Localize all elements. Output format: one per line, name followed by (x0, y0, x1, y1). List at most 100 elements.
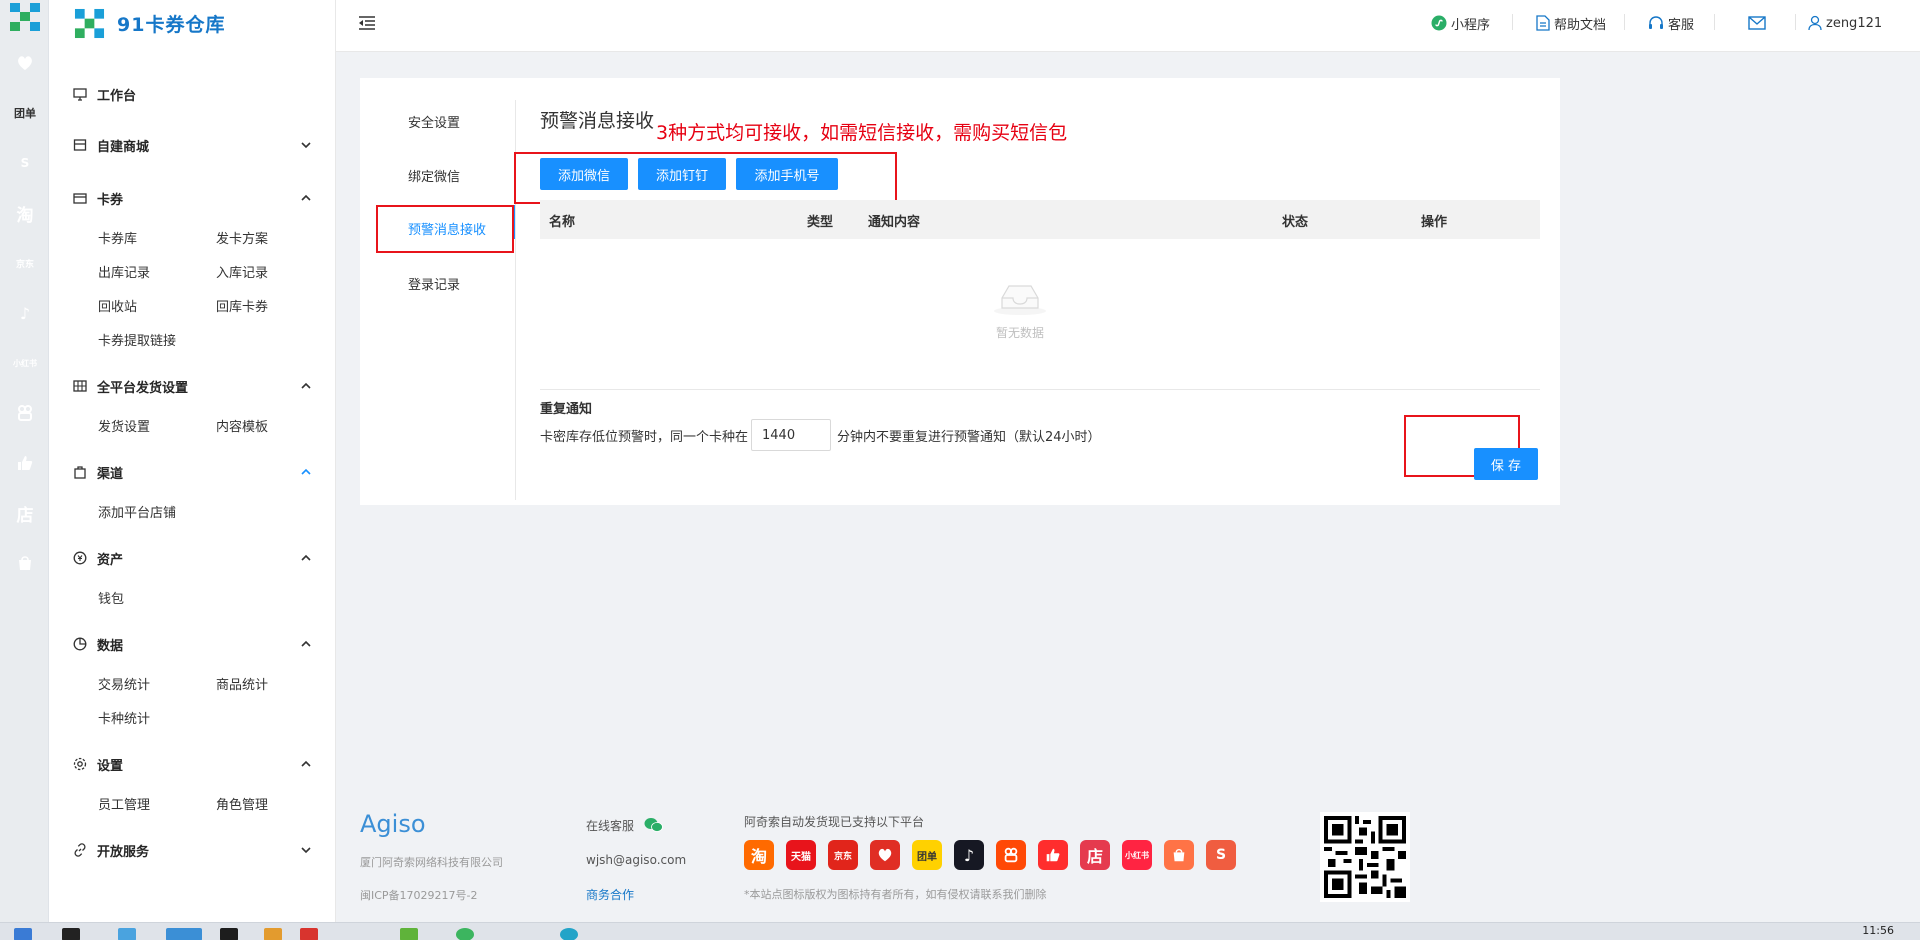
divider (540, 389, 1540, 390)
nav-delivery-settings[interactable]: 全平台发货设置 (49, 375, 336, 397)
kuaishou-icon (996, 840, 1026, 870)
app-icon[interactable] (62, 928, 80, 940)
app-icon[interactable] (560, 928, 578, 940)
jd-icon: 京东 (828, 840, 858, 870)
nav-assets[interactable]: 资产 (49, 547, 336, 569)
nav-workbench[interactable]: 工作台 (49, 83, 336, 105)
pinduoduo-icon[interactable] (9, 47, 41, 79)
nav-staff-management[interactable]: 员工管理 (98, 794, 150, 813)
brand-name: 91卡券仓库 (117, 13, 226, 36)
xiaohongshu-icon[interactable]: 小红书 (9, 347, 41, 379)
tab-login-records[interactable]: 登录记录 (408, 274, 460, 293)
column-header: 状态 (1282, 215, 1309, 230)
brand[interactable]: 91卡券仓库 (74, 4, 225, 42)
repeat-notify-prefix: 卡密库存低位预警时，同一个卡种在 (540, 429, 749, 445)
shop-bag-icon[interactable] (9, 547, 41, 579)
nav-card-extract-link[interactable]: 卡券提取链接 (98, 330, 176, 349)
platforms-title: 阿奇索自动发货现已支持以下平台 (744, 815, 925, 829)
nav-role-management[interactable]: 角色管理 (216, 794, 268, 813)
customer-service-link[interactable]: 客服 (1648, 12, 1694, 34)
menu-fold-button[interactable] (358, 12, 380, 34)
nav-add-platform-store[interactable]: 添加平台店铺 (98, 502, 176, 521)
thumbs-up-icon[interactable] (9, 447, 41, 479)
icp-number[interactable]: 闽ICP备17029217号-2 (360, 887, 478, 903)
meituan-icon[interactable]: 团单 (9, 97, 41, 129)
app-icon[interactable] (118, 928, 136, 940)
app-icon[interactable] (300, 928, 318, 940)
page-title: 预警消息接收 (540, 110, 655, 132)
nav-content-template[interactable]: 内容模板 (216, 416, 268, 435)
yen-coin-icon (73, 551, 87, 565)
nav-trade-stats[interactable]: 交易统计 (98, 674, 150, 693)
miniprogram-label: 小程序 (1451, 17, 1491, 33)
app-icon[interactable] (400, 928, 418, 940)
repeat-minutes-input[interactable] (751, 419, 832, 451)
nav-returned-cards[interactable]: 回库卡券 (216, 296, 268, 315)
meituan-icon: 团单 (912, 840, 942, 870)
nav-settings[interactable]: 设置 (49, 753, 336, 775)
miniprogram-link[interactable]: 小程序 (1431, 12, 1490, 34)
document-icon (1536, 15, 1550, 31)
help-docs-label: 帮助文档 (1554, 17, 1607, 33)
column-header: 类型 (807, 215, 834, 230)
nav-data[interactable]: 数据 (49, 633, 336, 655)
app-logo-icon[interactable] (9, 2, 41, 32)
nav-cards[interactable]: 卡券 (49, 187, 336, 209)
save-button[interactable]: 保 存 (1474, 448, 1538, 480)
add-phone-button[interactable]: 添加手机号 (736, 158, 838, 190)
nav-open-services[interactable]: 开放服务 (49, 839, 336, 861)
top-header: 小程序 帮助文档 客服 zeng121 (336, 0, 1920, 52)
company-name: 厦门阿奇索网络科技有限公司 (360, 856, 503, 869)
taskbar-clock: 11:56 (1862, 924, 1894, 937)
shopee-icon[interactable]: S (9, 147, 41, 179)
nav-inbound-records[interactable]: 入库记录 (216, 262, 268, 281)
repeat-notify-row: 卡密库存低位预警时，同一个卡种在 分钟内不要重复进行预警通知（默认24小时） (540, 418, 1101, 452)
online-service[interactable]: 在线客服 (586, 817, 663, 834)
os-taskbar: 11:56 (0, 922, 1920, 940)
table-header: 名称 类型 通知内容 状态 操作 (540, 200, 1540, 239)
nav-goods-stats[interactable]: 商品统计 (216, 674, 268, 693)
store-icon (73, 138, 87, 152)
business-link[interactable]: 商务合作 (586, 886, 634, 903)
kuaishou-icon[interactable] (9, 397, 41, 429)
nav-card-library[interactable]: 卡券库 (98, 228, 137, 247)
douyin-icon: ♪ (954, 840, 984, 870)
empty-text: 暂无数据 (995, 326, 1044, 340)
monitor-icon (73, 87, 87, 101)
dian-icon[interactable]: 店 (9, 497, 41, 529)
nav-recycle-bin[interactable]: 回收站 (98, 296, 137, 315)
nav-delivery-config[interactable]: 发货设置 (98, 416, 150, 435)
app-icon[interactable] (264, 928, 282, 940)
shopee-icon: S (1206, 840, 1236, 870)
messages-button[interactable] (1748, 12, 1770, 34)
app-icon[interactable] (220, 928, 238, 940)
help-docs-link[interactable]: 帮助文档 (1536, 12, 1606, 34)
nav-cards-label: 卡券 (97, 192, 124, 208)
settings-card: 安全设置 绑定微信 预警消息接收 登录记录 预警消息接收 3种方式均可接收，如需… (360, 78, 1560, 505)
empty-state: 暂无数据 (980, 278, 1060, 341)
footer-logo[interactable]: Agiso (360, 810, 426, 838)
nav-card-plan[interactable]: 发卡方案 (216, 228, 268, 247)
gear-icon (73, 757, 87, 771)
app-icon[interactable] (166, 928, 202, 940)
app-icon[interactable] (456, 928, 474, 940)
jd-icon[interactable]: 京东 (9, 247, 41, 279)
chevron-up-icon (300, 552, 312, 564)
nav-outbound-records[interactable]: 出库记录 (98, 262, 150, 281)
start-icon[interactable] (14, 928, 32, 940)
taobao-icon: 淘 (744, 840, 774, 870)
user-menu[interactable]: zeng121 (1808, 12, 1882, 34)
user-icon (1808, 15, 1822, 31)
douyin-icon[interactable]: ♪ (9, 297, 41, 329)
taobao-icon[interactable]: 淘 (9, 197, 41, 229)
tab-security-settings[interactable]: 安全设置 (408, 112, 460, 131)
contact-email[interactable]: wjsh@agiso.com (586, 853, 686, 867)
nav-card-type-stats[interactable]: 卡种统计 (98, 708, 150, 727)
add-dingtalk-button[interactable]: 添加钉钉 (638, 158, 726, 190)
nav-wallet[interactable]: 钱包 (98, 588, 124, 607)
nav-mall[interactable]: 自建商城 (49, 134, 336, 156)
tab-bind-wechat[interactable]: 绑定微信 (408, 166, 460, 185)
pinduoduo-icon (870, 840, 900, 870)
nav-channel[interactable]: 渠道 (49, 461, 336, 483)
add-wechat-button[interactable]: 添加微信 (540, 158, 628, 190)
